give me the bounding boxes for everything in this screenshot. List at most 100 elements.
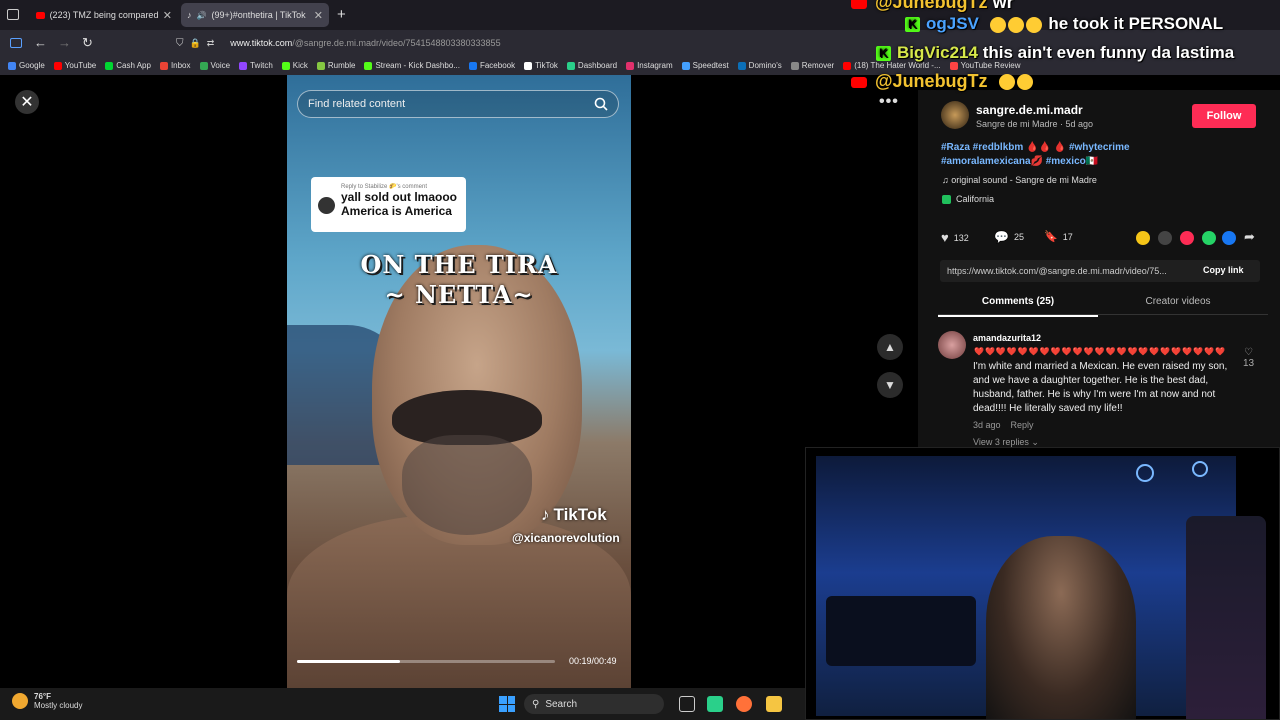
save-button[interactable]: 🔖 17	[1044, 230, 1073, 243]
app-icon[interactable]	[707, 696, 723, 712]
video-player[interactable]	[287, 75, 631, 688]
next-video-button[interactable]: ▼	[877, 372, 903, 398]
flushed-emoji-icon	[1007, 16, 1024, 33]
bookmark-item[interactable]: Instagram	[626, 61, 673, 70]
new-tab-button[interactable]: +	[337, 6, 346, 23]
close-video-button[interactable]: ✕	[15, 90, 39, 114]
bookmark-item[interactable]: Dashboard	[566, 61, 617, 70]
close-tab-icon[interactable]: ✕	[314, 9, 323, 22]
comment-like-count: 13	[1243, 358, 1255, 369]
bookmark-favicon-icon	[364, 61, 373, 70]
like-button[interactable]: ♥ 132	[941, 230, 969, 245]
hashtags-line-1[interactable]: #Raza #redblkbm 🩸🩸 🩸 #whytecrime	[941, 141, 1221, 155]
creator-username[interactable]: sangre.de.mi.madr	[976, 103, 1083, 117]
file-explorer-icon[interactable]	[766, 696, 782, 712]
creator-subline: Sangre de mi Madre · 5d ago	[976, 119, 1094, 129]
youtube-icon	[851, 0, 867, 9]
comment-icon: 💬	[994, 230, 1009, 244]
chat-message: @JunebugTz	[851, 71, 1035, 92]
bookmark-label: Speedtest	[692, 61, 729, 70]
bookmark-item[interactable]: Domino's	[737, 61, 782, 70]
close-tab-icon[interactable]: ✕	[163, 9, 172, 22]
permissions-icon[interactable]: ⇄	[207, 38, 215, 49]
find-related-search[interactable]: Find related content	[297, 90, 619, 118]
bookmark-item[interactable]: Cash App	[105, 61, 151, 70]
bookmark-favicon-icon	[566, 61, 575, 70]
firefox-icon[interactable]	[736, 696, 752, 712]
facebook-icon[interactable]	[1222, 231, 1236, 245]
share-tiktok-icon[interactable]	[1180, 231, 1194, 245]
webcam-couch	[826, 596, 976, 666]
commenter-avatar[interactable]	[938, 331, 966, 359]
back-icon[interactable]: ←	[34, 35, 47, 50]
commenter-avatar	[318, 197, 335, 214]
bookmark-item[interactable]: TikTok	[524, 61, 558, 70]
weather-widget[interactable]: 76°F Mostly cloudy	[12, 692, 82, 710]
comment-button[interactable]: 💬 25	[994, 230, 1024, 244]
tab-divider	[938, 314, 1268, 315]
previous-video-button[interactable]: ▲	[877, 334, 903, 360]
chat-user: BigVic214	[897, 43, 978, 62]
tab-tiktok[interactable]: ♪ 🔊 (99+)#onthetira | TikTok ✕	[181, 3, 329, 27]
bookmark-favicon-icon	[8, 61, 16, 70]
whatsapp-icon[interactable]	[1202, 231, 1216, 245]
tab-list-icon[interactable]	[7, 9, 19, 20]
rofl-emoji-icon	[1016, 74, 1033, 91]
bookmark-label: Inbox	[170, 61, 191, 70]
comment-text: I'm white and married a Mexican. He even…	[973, 361, 1228, 414]
task-view-icon[interactable]	[679, 696, 695, 712]
bookmark-item[interactable]: Twitch	[239, 61, 273, 70]
bookmark-item[interactable]: Stream - Kick Dashbo...	[364, 61, 460, 70]
search-icon[interactable]	[594, 97, 608, 111]
creator-avatar[interactable]	[941, 101, 969, 129]
sidebar-icon[interactable]	[10, 38, 22, 48]
save-count: 17	[1062, 231, 1073, 242]
bookmark-item[interactable]: Voice	[199, 61, 230, 70]
shield-icon[interactable]: ⛉	[176, 38, 184, 49]
hashtags-line-2[interactable]: #amoralamexicana💋 #mexico🇲🇽	[941, 155, 1221, 169]
tab-youtube[interactable]: (223) TMZ being compared to a ✕	[30, 3, 178, 27]
copy-link-button[interactable]: Copy link	[1203, 265, 1244, 275]
post-hashtags[interactable]: #Raza #redblkbm 🩸🩸 🩸 #whytecrime #amoral…	[941, 141, 1221, 169]
bookmark-favicon-icon	[681, 61, 690, 70]
bookmark-item[interactable]: Rumble	[316, 61, 355, 70]
commenter-username[interactable]: amandazurita12	[973, 333, 1041, 343]
comment-like-button[interactable]: ♡ 13	[1243, 347, 1254, 369]
bookmark-favicon-icon	[316, 61, 325, 70]
reply-text: yall sold out lmaooo America is America	[341, 190, 458, 218]
bookmark-item[interactable]: Inbox	[159, 61, 191, 70]
url-bar[interactable]: ⛉ 🔒 ⇄ www.tiktok.com/@sangre.de.mi.madr/…	[176, 33, 856, 53]
bookmark-label: TikTok	[535, 61, 558, 70]
bookmark-item[interactable]: Facebook	[468, 61, 515, 70]
tab-creator-videos[interactable]: Creator videos	[1098, 296, 1258, 307]
reply-comment-sticker: Reply to Stabilize 🌮's comment yall sold…	[311, 177, 466, 232]
embed-icon[interactable]	[1158, 231, 1172, 245]
follow-button[interactable]: Follow	[1192, 104, 1256, 128]
taskbar-search[interactable]: ⚲ Search	[524, 694, 664, 714]
chat-message: @JunebugTz wr	[851, 0, 1014, 13]
sound-link[interactable]: ♫ original sound - Sangre de mi Madre	[942, 175, 1097, 185]
comment-reply-button[interactable]: Reply	[1011, 420, 1034, 430]
share-friends-icon[interactable]	[1136, 231, 1150, 245]
bookmark-item[interactable]: Speedtest	[681, 61, 729, 70]
bookmark-item[interactable]: YouTube	[53, 61, 96, 70]
heart-outline-icon: ♡	[1244, 347, 1254, 358]
video-progress-bar[interactable]	[297, 660, 555, 663]
start-button-icon[interactable]	[499, 696, 515, 712]
reload-icon[interactable]: ↻	[82, 35, 93, 51]
tiktok-note-icon: ♪	[541, 505, 550, 524]
forward-icon[interactable]: →	[58, 35, 71, 50]
bookmark-item[interactable]: Remover	[790, 61, 834, 70]
speaker-icon[interactable]: 🔊	[197, 11, 207, 20]
flushed-emoji-icon	[1025, 16, 1042, 33]
more-options-icon[interactable]: •••	[879, 93, 899, 111]
bookmark-item[interactable]: Google	[8, 61, 45, 70]
comment-age: 3d ago	[973, 420, 1001, 430]
location-tag[interactable]: California	[942, 194, 994, 204]
share-arrow-icon[interactable]: ➦	[1244, 229, 1255, 245]
reply-to-label: Reply to Stabilize 🌮's comment	[341, 184, 427, 190]
watermark-handle: @xicanorevolution	[512, 531, 620, 545]
lock-icon[interactable]: 🔒	[190, 38, 201, 49]
bookmark-item[interactable]: Kick	[281, 61, 308, 70]
tiktok-watermark: ♪ TikTok	[541, 505, 607, 525]
